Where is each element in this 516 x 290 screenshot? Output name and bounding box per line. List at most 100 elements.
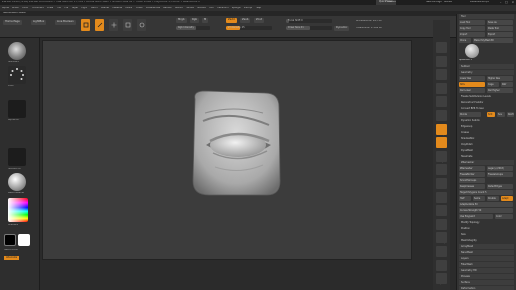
shelf-floor-icon[interactable] bbox=[436, 137, 447, 149]
menu-zscript[interactable]: Zscript bbox=[244, 7, 252, 9]
legacy-button[interactable]: Legacy (2018) bbox=[487, 166, 513, 171]
color-picker[interactable] bbox=[8, 198, 28, 222]
menu-macro[interactable]: Macro bbox=[91, 7, 98, 9]
smooth-groups-slider[interactable]: SmoothGroups bbox=[459, 178, 485, 183]
menu-picker[interactable]: Picker bbox=[136, 7, 143, 9]
shelf-spix-3-icon[interactable] bbox=[436, 55, 447, 67]
mrgb-toggle[interactable]: Mrgb bbox=[176, 18, 187, 23]
zsub-toggle[interactable]: Zsub bbox=[240, 18, 251, 23]
cage-button[interactable]: Cage bbox=[487, 82, 499, 87]
shelf-persp-icon[interactable] bbox=[436, 123, 447, 135]
double-button[interactable]: Double bbox=[487, 196, 499, 201]
color-toggle[interactable]: Color bbox=[495, 214, 513, 219]
menu-file[interactable]: File bbox=[64, 7, 68, 9]
menu-marker[interactable]: Marker bbox=[101, 7, 109, 9]
menus-toggle[interactable]: Menus bbox=[388, 1, 396, 4]
focal-shift-slider[interactable]: Focal Shift 0 bbox=[286, 19, 332, 23]
shelf-rotate-icon[interactable] bbox=[436, 205, 447, 217]
shelf-xpose-icon[interactable] bbox=[436, 273, 447, 285]
current-tool-thumbnail[interactable] bbox=[465, 44, 479, 58]
main-color-swatch[interactable] bbox=[4, 234, 16, 246]
menu-draw[interactable]: Draw bbox=[47, 7, 53, 9]
alternate-button[interactable]: Alternate bbox=[4, 256, 20, 261]
import-button[interactable]: Import bbox=[459, 32, 485, 37]
menu-document[interactable]: Document bbox=[32, 7, 44, 9]
shelf-line-fill-icon[interactable] bbox=[436, 218, 447, 230]
shelf-move-icon[interactable] bbox=[436, 178, 447, 189]
higher-res-button[interactable]: Higher Res bbox=[487, 76, 513, 81]
edgeloop-section[interactable]: EdgeLoop bbox=[459, 124, 514, 129]
meshintegrity-section[interactable]: MeshIntegrity bbox=[459, 238, 514, 243]
freeze-groups-toggle[interactable]: FreezeGroups bbox=[487, 172, 513, 177]
menu-brush[interactable]: Brush bbox=[12, 7, 19, 9]
tessimate-section[interactable]: Tessimate bbox=[459, 154, 514, 159]
menu-help[interactable]: Help bbox=[256, 7, 261, 9]
shelf-scroll-icon[interactable] bbox=[436, 69, 447, 81]
menu-material[interactable]: Material bbox=[112, 7, 122, 9]
shelf-frame-icon[interactable] bbox=[436, 164, 447, 176]
home-page-tab[interactable]: Home Page bbox=[3, 20, 22, 25]
secondary-color-swatch[interactable] bbox=[18, 234, 30, 246]
draw-size-slider[interactable]: Draw Size 41 bbox=[286, 26, 332, 30]
load-tool-button[interactable]: Load Tool bbox=[459, 20, 485, 25]
shelf-l-sym-icon[interactable] bbox=[436, 150, 447, 162]
curves-strength-slider[interactable]: Curves Strength 50 bbox=[459, 208, 513, 213]
clone-button[interactable]: Clone bbox=[459, 38, 471, 43]
zremesher-button[interactable]: ZRemesher bbox=[459, 166, 485, 171]
fibermesh-section[interactable]: FiberMesh bbox=[459, 262, 514, 267]
del-lower-button[interactable]: Del Lower bbox=[459, 88, 485, 93]
export-button[interactable]: Export bbox=[487, 32, 513, 37]
menu-edit[interactable]: Edit bbox=[57, 7, 62, 9]
copy-tool-button[interactable]: Copy Tool bbox=[459, 26, 485, 31]
document-canvas[interactable] bbox=[42, 40, 412, 260]
half-button[interactable]: Half bbox=[459, 196, 471, 201]
texture-icon[interactable] bbox=[8, 148, 26, 166]
lower-res-button[interactable]: Lower Res bbox=[459, 76, 485, 81]
target-polygons-slider[interactable]: Target Polygons Count 5 bbox=[459, 190, 513, 195]
material-sphere-icon[interactable] bbox=[8, 173, 26, 191]
edit-mode-button[interactable] bbox=[81, 19, 90, 31]
del-higher-button[interactable]: Del Higher bbox=[487, 88, 513, 93]
dots-stroke-icon[interactable] bbox=[8, 66, 26, 84]
menu-movie[interactable]: Movie bbox=[125, 7, 132, 9]
dynamic-toggle[interactable]: Dynamic bbox=[334, 26, 350, 31]
shelf-actual-icon[interactable] bbox=[436, 96, 447, 108]
shelf-zoom-icon[interactable] bbox=[436, 82, 447, 94]
menu-texture[interactable]: Texture bbox=[197, 7, 206, 9]
rgb-toggle[interactable]: Rgb bbox=[190, 18, 200, 23]
menu-render[interactable]: Render bbox=[163, 7, 172, 9]
switch-color-label[interactable]: SwitchColor bbox=[4, 249, 18, 251]
shelf-ghost-icon[interactable] bbox=[436, 246, 447, 257]
tool-palette-title[interactable]: Tool bbox=[459, 14, 514, 19]
shadowbox-section[interactable]: ShadowBox bbox=[459, 136, 514, 141]
menu-zplugin[interactable]: Zplugin bbox=[232, 7, 241, 9]
reconstruct-subdiv-button[interactable]: Reconstruct Subdiv bbox=[459, 100, 514, 105]
deformation-section[interactable]: Deformation bbox=[459, 286, 514, 290]
position-section[interactable]: Position bbox=[459, 226, 514, 231]
geometry-section[interactable]: Geometry bbox=[459, 70, 514, 75]
m-toggle[interactable]: M bbox=[202, 18, 209, 23]
draw-mode-button[interactable] bbox=[95, 19, 104, 31]
zremesher-section[interactable]: ZRemesher bbox=[459, 160, 514, 165]
make-polymesh-button[interactable]: Make PolyMesh3D bbox=[473, 38, 513, 43]
z-intensity-slider[interactable]: Z Intensity 25 bbox=[226, 26, 272, 30]
claypolish-section[interactable]: ClayPolish bbox=[459, 142, 514, 147]
divide-button[interactable]: Divide bbox=[459, 112, 481, 117]
rotate-mode-button[interactable] bbox=[137, 19, 146, 31]
arraymesh-section[interactable]: ArrayMesh bbox=[459, 244, 514, 249]
menu-stencil[interactable]: Stencil bbox=[175, 7, 183, 9]
zadd-toggle[interactable]: Zadd bbox=[226, 18, 237, 23]
rgb-intensity-slider[interactable]: Rgb Intensity bbox=[176, 26, 210, 30]
detect-edges-toggle[interactable]: DetectEdges bbox=[487, 184, 513, 189]
shelf-zoom3d-icon[interactable] bbox=[436, 191, 447, 203]
suv-toggle[interactable]: Suv bbox=[497, 112, 505, 117]
menu-stroke[interactable]: Stroke bbox=[186, 7, 194, 9]
zcut-toggle[interactable]: Zcut bbox=[254, 18, 264, 23]
alpha-icon[interactable] bbox=[8, 100, 26, 118]
surface-section[interactable]: Surface bbox=[459, 280, 514, 285]
sdiv-slider[interactable]: SDiv bbox=[459, 82, 485, 87]
adaptive-size-slider[interactable]: AdaptiveSize 50 bbox=[459, 202, 513, 207]
paste-tool-button[interactable]: Paste Tool bbox=[487, 26, 513, 31]
see-through-slider[interactable]: See-through bbox=[426, 1, 442, 4]
convert-bpr-button[interactable]: Convert BPR To Geo bbox=[459, 106, 514, 111]
